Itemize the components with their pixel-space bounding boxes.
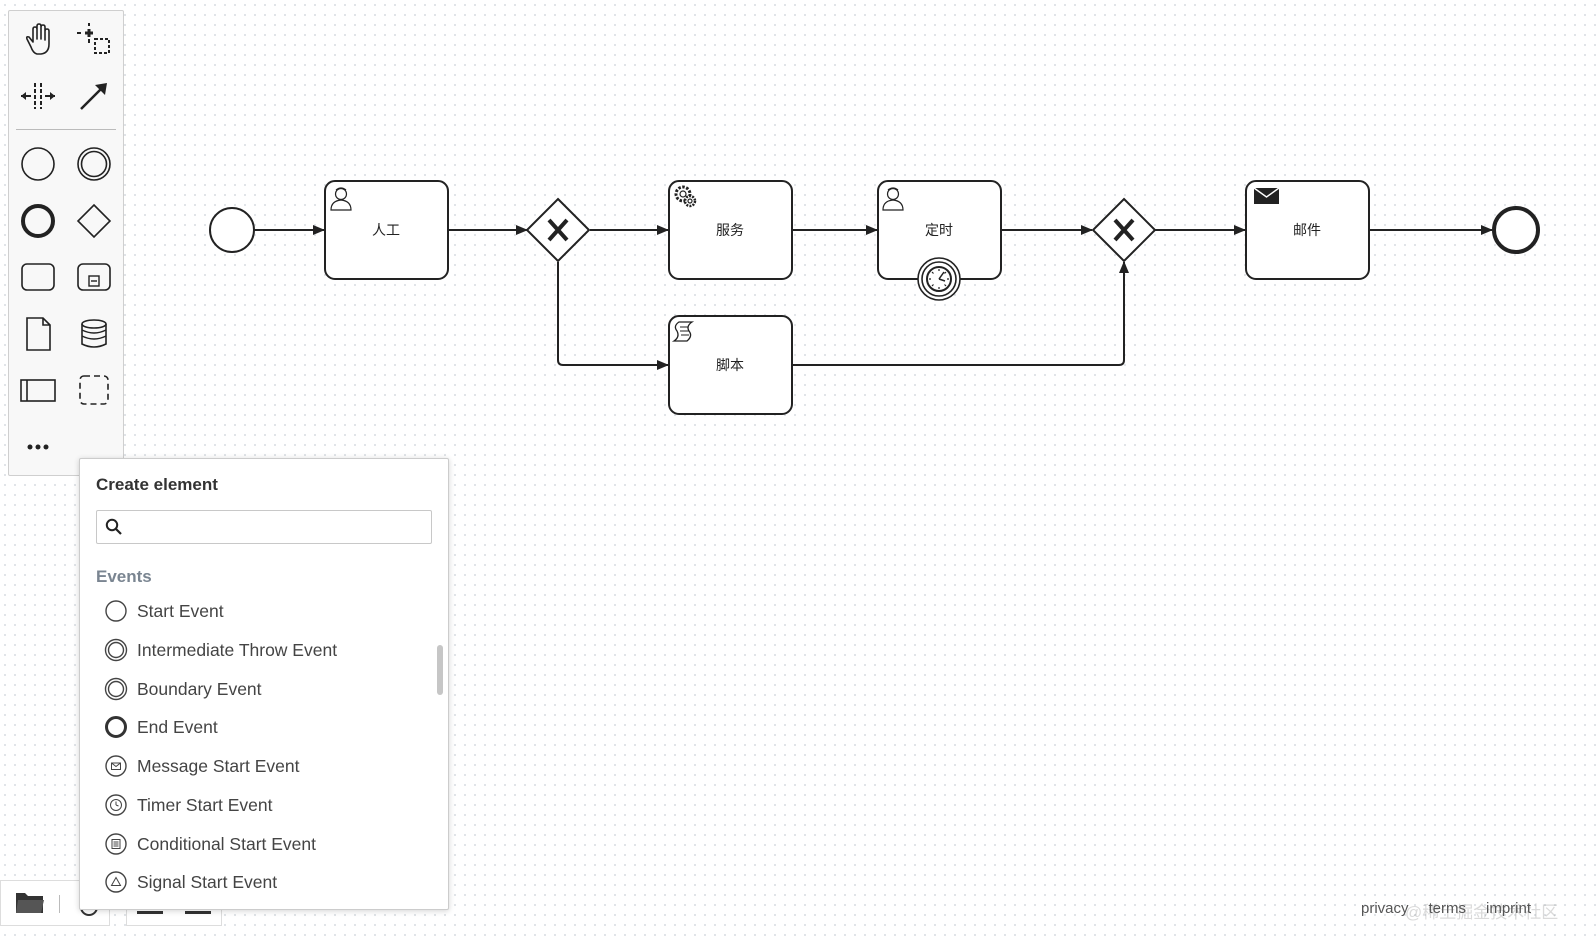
palette [8, 10, 124, 476]
user-task[interactable]: 人工 [324, 180, 449, 280]
timer-start-event-icon [105, 794, 127, 816]
open-folder-icon[interactable] [15, 889, 45, 915]
ellipsis-icon [27, 444, 49, 450]
more-elements-button[interactable] [15, 424, 61, 470]
end-event-entry[interactable]: End Event [104, 711, 424, 743]
script-task[interactable]: 脚本 [668, 315, 793, 415]
task-label: 人工 [372, 223, 400, 239]
timer-start-event-entry[interactable]: Timer Start Event [104, 789, 424, 821]
create-element-popup: Create element Events Start Event Interm… [79, 458, 449, 910]
create-subprocess-button[interactable] [71, 254, 117, 300]
end-event-icon [105, 716, 127, 738]
popup-scrollbar[interactable] [437, 645, 443, 695]
envelope-icon [1253, 187, 1280, 204]
entry-label: Timer Start Event [137, 795, 273, 815]
create-end-event-button[interactable] [15, 198, 61, 244]
create-gateway-button[interactable] [71, 198, 117, 244]
hand-tool-button[interactable] [15, 17, 61, 63]
lasso-icon [77, 23, 110, 54]
signal-start-event-entry[interactable]: Signal Start Event [104, 866, 424, 898]
create-intermediate-event-button[interactable] [71, 141, 117, 187]
gateway-icon [76, 203, 112, 239]
toolbar-divider [59, 895, 60, 913]
export-image-icon[interactable] [185, 911, 211, 914]
pool-icon [20, 379, 56, 402]
privacy-link[interactable]: privacy [1361, 900, 1409, 917]
clock-icon [926, 266, 952, 292]
start-event-icon [105, 600, 127, 622]
task-label: 服务 [716, 223, 744, 239]
script-icon [671, 321, 695, 342]
intermediate-event-icon [77, 147, 111, 181]
search-input[interactable] [129, 515, 428, 541]
task-label: 邮件 [1293, 223, 1321, 239]
export-svg-icon[interactable] [137, 911, 163, 914]
boundary-event-entry[interactable]: Boundary Event [104, 673, 424, 705]
data-object-icon [26, 317, 51, 351]
start-event-entry[interactable]: Start Event [104, 595, 424, 627]
conditional-start-event-icon [105, 833, 127, 855]
hand-icon [25, 23, 50, 55]
entry-label: End Event [137, 717, 218, 737]
exclusive-gateway[interactable] [525, 197, 591, 263]
footer-links: privacy terms imprint [1361, 900, 1551, 917]
create-data-store-button[interactable] [71, 311, 117, 357]
task-label: 定时 [925, 223, 953, 239]
start-event-icon [21, 147, 55, 181]
connect-arrow-icon [80, 83, 107, 110]
task-label: 脚本 [716, 358, 744, 374]
search-box[interactable] [96, 510, 432, 544]
create-pool-button[interactable] [15, 367, 61, 413]
terms-link[interactable]: terms [1429, 900, 1467, 917]
task-icon [21, 263, 55, 291]
palette-separator [16, 129, 116, 130]
events-group-label: Events [96, 567, 152, 586]
imprint-link[interactable]: imprint [1486, 900, 1531, 917]
message-start-event-icon [105, 755, 127, 777]
boundary-timer-event[interactable] [917, 257, 961, 301]
subprocess-icon [77, 263, 111, 291]
intermediate-throw-event-entry[interactable]: Intermediate Throw Event [104, 634, 424, 666]
popup-title: Create element [96, 475, 218, 494]
entry-label: Conditional Start Event [137, 834, 316, 854]
boundary-event-icon [104, 677, 128, 701]
create-group-button[interactable] [71, 367, 117, 413]
global-connect-tool-button[interactable] [71, 73, 117, 119]
sequence-flow[interactable] [557, 262, 669, 370]
intermediate-event-icon [104, 638, 128, 662]
start-event[interactable] [209, 207, 255, 253]
message-start-event-entry[interactable]: Message Start Event [104, 750, 424, 782]
entry-label: Start Event [137, 601, 224, 621]
space-tool-icon [21, 83, 55, 109]
exclusive-gateway[interactable] [1091, 197, 1157, 263]
send-task[interactable]: 邮件 [1245, 180, 1370, 280]
entry-label: Intermediate Throw Event [137, 640, 338, 660]
data-store-icon [81, 319, 107, 348]
create-task-button[interactable] [15, 254, 61, 300]
space-tool-button[interactable] [15, 73, 61, 119]
group-icon [79, 375, 109, 405]
entry-label: Message Start Event [137, 756, 300, 776]
entry-label: Boundary Event [137, 679, 262, 699]
conditional-start-event-entry[interactable]: Conditional Start Event [104, 828, 424, 860]
end-event-icon [21, 204, 55, 238]
service-task[interactable]: 服务 [668, 180, 793, 280]
search-icon [105, 518, 122, 535]
create-data-object-button[interactable] [15, 311, 61, 357]
lasso-tool-button[interactable] [71, 17, 117, 63]
create-start-event-button[interactable] [15, 141, 61, 187]
signal-start-event-icon [105, 871, 127, 893]
end-event[interactable] [1492, 206, 1540, 254]
entry-label: Signal Start Event [137, 872, 278, 892]
